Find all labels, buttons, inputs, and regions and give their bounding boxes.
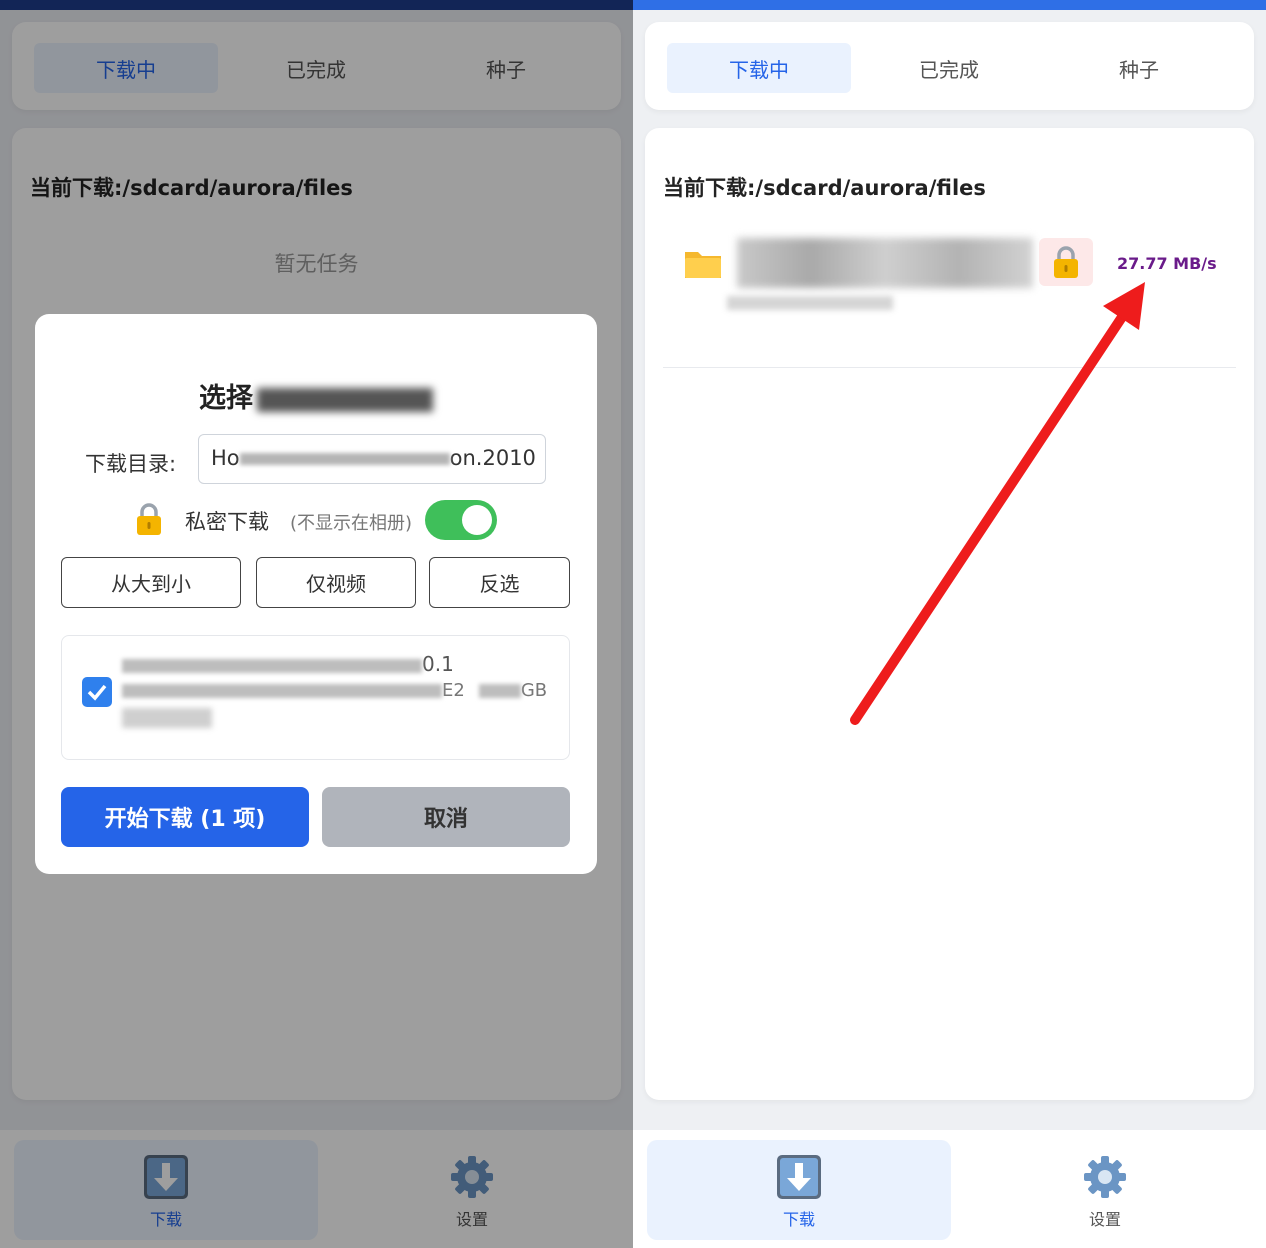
file-name-line: 0.1 — [122, 652, 454, 676]
private-download-label: 私密下载 — [185, 510, 269, 534]
annotation-arrow — [850, 282, 1145, 725]
invert-selection-button[interactable]: 反选 — [429, 557, 570, 608]
sort-large-to-small-button[interactable]: 从大到小 — [61, 557, 241, 608]
check-icon — [87, 684, 107, 701]
file-name-line-3 — [122, 708, 212, 728]
video-only-button[interactable]: 仅视频 — [256, 557, 416, 608]
download-dir-input[interactable]: Ho on.2010 — [198, 434, 546, 484]
right-screen: 下载中 已完成 种子 当前下载:/sdcard/aurora/files 27.… — [633, 0, 1266, 1248]
lock-icon — [137, 503, 161, 535]
file-detail-line: E2 GB — [122, 680, 547, 701]
left-screen: 下载中 已完成 种子 当前下载:/sdcard/aurora/files 暂无任… — [0, 0, 633, 1248]
private-download-row: 私密下载 (不显示在相册) — [135, 500, 545, 540]
dialog-title: 选择 — [35, 376, 597, 415]
private-download-toggle[interactable] — [425, 500, 497, 540]
file-list: 0.1 E2 GB — [61, 635, 570, 760]
start-download-button[interactable]: 开始下载 (1 项) — [61, 787, 309, 847]
toggle-knob — [462, 505, 492, 535]
file-checkbox[interactable] — [82, 677, 112, 707]
cancel-button[interactable]: 取消 — [322, 787, 570, 847]
private-download-hint: (不显示在相册) — [290, 513, 413, 534]
download-dir-label: 下载目录: — [85, 452, 177, 476]
select-files-dialog: 选择 下载目录: Ho on.2010 私密下载 (不显示在相册) 从大到小 仅视… — [35, 314, 597, 874]
